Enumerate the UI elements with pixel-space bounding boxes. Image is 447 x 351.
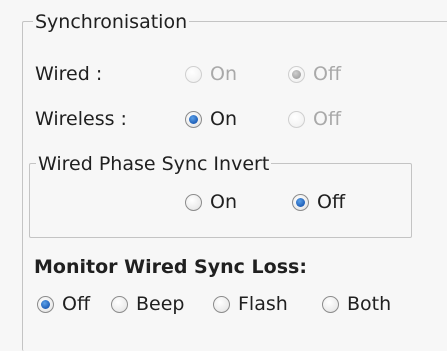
radio-checked-icon (185, 110, 202, 128)
radio-unchecked-icon (213, 295, 230, 313)
phase-invert-on-label: On (210, 191, 237, 213)
wired-phase-sync-invert-title: Wired Phase Sync Invert (36, 153, 272, 175)
wired-on-radio[interactable]: On (185, 63, 237, 85)
monitor-loss-both-radio[interactable]: Both (322, 293, 391, 315)
wireless-off-label: Off (313, 108, 342, 130)
wired-off-label: Off (313, 63, 342, 85)
monitor-loss-off-radio[interactable]: Off (37, 293, 90, 315)
synchronisation-group-title: Synchronisation (33, 11, 190, 33)
phase-invert-off-label: Off (317, 191, 346, 213)
radio-unchecked-icon (185, 193, 202, 211)
wireless-off-radio[interactable]: Off (288, 108, 341, 130)
wired-off-radio[interactable]: Off (288, 63, 341, 85)
monitor-loss-beep-radio[interactable]: Beep (111, 293, 184, 315)
wireless-on-radio[interactable]: On (185, 108, 237, 130)
wireless-on-label: On (210, 108, 237, 130)
wired-label: Wired : (35, 63, 103, 85)
phase-invert-on-radio[interactable]: On (185, 191, 237, 213)
wireless-label: Wireless : (35, 108, 127, 130)
radio-unchecked-icon (111, 295, 128, 313)
monitor-loss-flash-radio[interactable]: Flash (213, 293, 288, 315)
monitor-loss-flash-label: Flash (238, 293, 288, 315)
radio-unchecked-icon (322, 295, 339, 313)
monitor-wired-sync-loss-heading: Monitor Wired Sync Loss: (34, 256, 307, 278)
radio-checked-icon (288, 65, 305, 83)
radio-unchecked-icon (185, 65, 202, 83)
radio-checked-icon (292, 193, 309, 211)
wired-on-label: On (210, 63, 237, 85)
phase-invert-off-radio[interactable]: Off (292, 191, 345, 213)
radio-unchecked-icon (288, 110, 305, 128)
monitor-loss-off-label: Off (62, 293, 91, 315)
monitor-loss-beep-label: Beep (136, 293, 185, 315)
radio-checked-icon (37, 295, 54, 313)
monitor-loss-both-label: Both (347, 293, 392, 315)
